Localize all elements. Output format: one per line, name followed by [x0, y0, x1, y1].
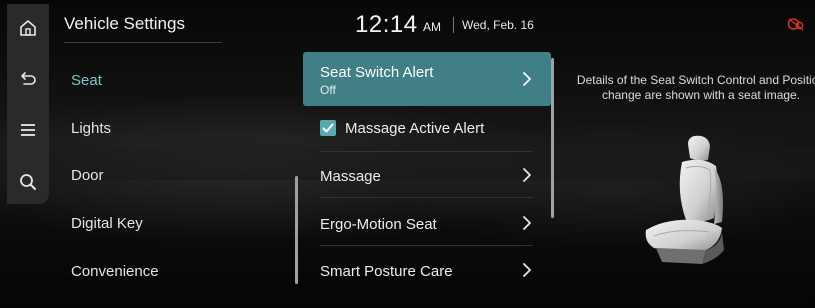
menu-icon: [21, 124, 35, 136]
chevron-right-icon: [523, 72, 531, 86]
ergo-motion-seat-label: Ergo-Motion Seat: [320, 216, 437, 233]
search-icon: [20, 174, 36, 190]
back-icon: [21, 72, 36, 85]
smart-posture-care-label: Smart Posture Care: [320, 263, 453, 280]
seat-image: [645, 135, 724, 264]
back-button[interactable]: [7, 60, 49, 100]
category-convenience[interactable]: Convenience: [71, 263, 159, 280]
clock-date: Wed, Feb. 16: [462, 18, 534, 32]
home-icon: [20, 20, 36, 36]
checkmark-icon: [322, 123, 334, 133]
category-scrollbar[interactable]: [295, 176, 298, 284]
header-separator: [453, 17, 454, 33]
home-button[interactable]: [7, 8, 49, 48]
massage-active-alert-checkbox[interactable]: [320, 120, 336, 136]
page-title: Vehicle Settings: [64, 14, 185, 33]
ergo-motion-seat-item[interactable]: Ergo-Motion Seat: [303, 200, 551, 246]
smart-posture-care-item[interactable]: Smart Posture Care: [303, 247, 551, 293]
clock-time: 12:14: [355, 11, 418, 38]
list-divider: [320, 197, 533, 198]
menu-button[interactable]: [7, 110, 49, 150]
left-icon-rail: [7, 4, 49, 204]
massage-active-alert-item[interactable]: Massage Active Alert: [303, 106, 551, 152]
vehicle-settings-screen: Vehicle Settings 12:14 AM Wed, Feb. 16 S…: [0, 0, 815, 308]
category-digital-key[interactable]: Digital Key: [71, 215, 143, 232]
chevron-right-icon: [523, 168, 531, 182]
details-description: Details of the Seat Switch Control and P…: [576, 73, 815, 102]
seat-switch-alert-label: Seat Switch Alert: [320, 64, 434, 81]
massage-active-alert-label: Massage Active Alert: [345, 120, 485, 137]
title-divider: [64, 42, 222, 43]
seat-switch-alert-item[interactable]: Seat Switch Alert Off: [303, 52, 551, 106]
category-seat[interactable]: Seat: [71, 72, 102, 89]
seat-switch-alert-value: Off: [320, 83, 336, 97]
seat-status-icon: [787, 18, 804, 31]
category-door[interactable]: Door: [71, 167, 104, 184]
list-divider: [320, 245, 533, 246]
chevron-right-icon: [523, 216, 531, 230]
category-lights[interactable]: Lights: [71, 120, 111, 137]
search-button[interactable]: [7, 162, 49, 202]
options-scrollbar[interactable]: [551, 58, 554, 218]
chevron-right-icon: [523, 263, 531, 277]
massage-label: Massage: [320, 168, 381, 185]
clock-ampm: AM: [423, 20, 441, 34]
massage-item[interactable]: Massage: [303, 152, 551, 198]
